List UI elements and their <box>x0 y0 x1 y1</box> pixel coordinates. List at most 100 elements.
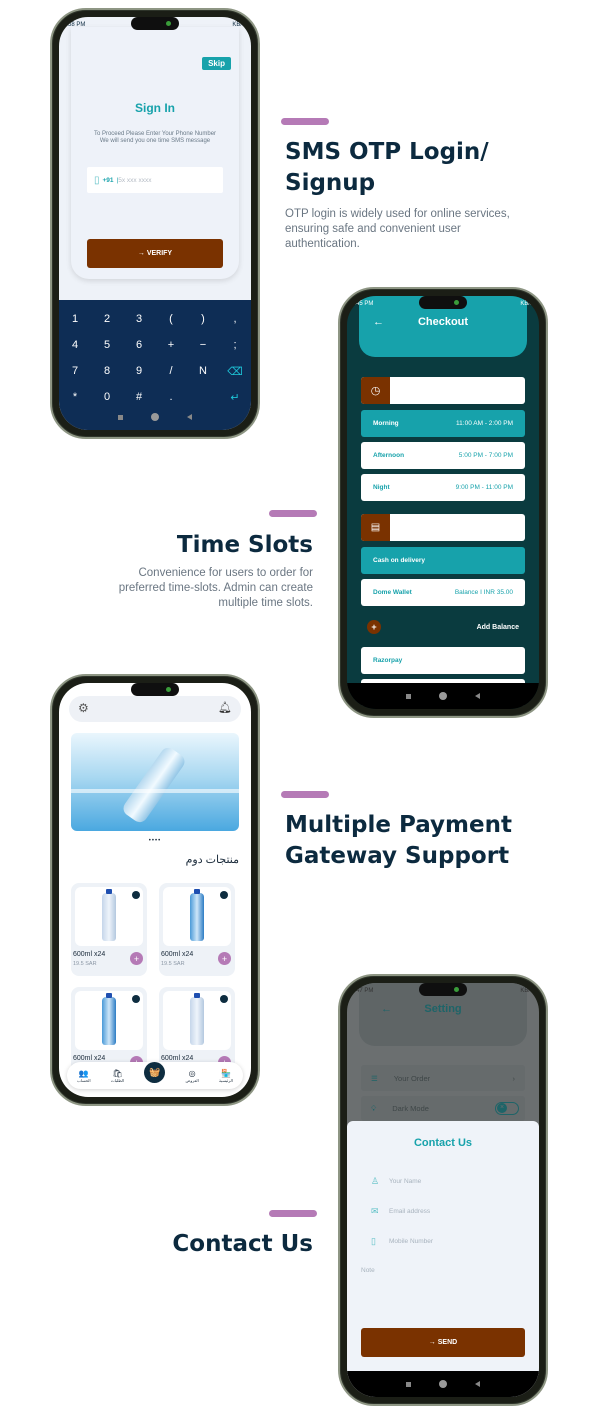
verify-button[interactable]: → VERIFY <box>87 239 223 268</box>
favorite-icon[interactable] <box>220 891 228 899</box>
carousel-dots[interactable]: •••• <box>59 838 251 844</box>
signin-subtitle: To Proceed Please Enter Your Phone Numbe… <box>71 131 239 145</box>
orders-icon: ☰ <box>371 1073 378 1083</box>
keypad-key[interactable]: + <box>155 332 187 358</box>
tab-item[interactable]: 👥 الحساب <box>77 1069 90 1083</box>
tab-item[interactable]: ◎ العروض <box>186 1069 199 1083</box>
keypad-key[interactable]: 3 <box>123 306 155 332</box>
add-balance-row[interactable]: + Add Balance <box>367 619 519 635</box>
accent-bar <box>281 118 329 125</box>
keypad-key[interactable]: , <box>219 306 251 332</box>
phone-input[interactable]: ▯ +91 | 5x xxx xxxx <box>87 167 223 193</box>
recents-button[interactable] <box>406 1381 411 1387</box>
keypad-key[interactable]: 9 <box>123 358 155 384</box>
keypad-key[interactable]: 6 <box>123 332 155 358</box>
note-field[interactable]: Note <box>361 1267 375 1274</box>
signin-title: Sign In <box>135 101 175 115</box>
back-button[interactable] <box>475 693 480 699</box>
add-balance-label[interactable]: Add Balance <box>477 624 519 631</box>
field-icon: ✉ <box>371 1206 379 1216</box>
tab-label: الطلبات <box>110 1077 124 1083</box>
feature-title-otp: SMS OTP Login/Signup <box>285 137 489 199</box>
row-label: Dark Mode <box>392 1104 429 1113</box>
keypad-key[interactable]: ⌫ <box>219 358 251 384</box>
camera-notch <box>419 296 467 309</box>
home-button[interactable] <box>439 1380 447 1388</box>
section-title: منتجات دوم <box>185 854 239 866</box>
payment-option[interactable]: Dome Wallet Balance I INR 35.00 <box>361 579 525 606</box>
camera-notch <box>131 17 179 30</box>
field-icon: ♙ <box>371 1176 380 1186</box>
slot-label: Night <box>373 484 390 491</box>
add-to-cart-button[interactable]: + <box>218 952 231 965</box>
contact-field[interactable]: ✉ Email address <box>371 1206 430 1217</box>
recents-button[interactable] <box>118 414 123 420</box>
send-button[interactable]: → SEND <box>361 1328 525 1357</box>
product-card[interactable]: 600ml x24 19.5 SAR + <box>159 883 235 976</box>
keypad-key[interactable]: N <box>187 358 219 384</box>
notification-bell-icon[interactable]: 🔔︎ <box>218 701 232 714</box>
subtitle-line: To Proceed Please Enter Your Phone Numbe… <box>93 131 217 137</box>
settings-row-your-order[interactable]: ☰ Your Order › <box>361 1065 525 1091</box>
note-placeholder: Note <box>361 1267 375 1274</box>
tab-item[interactable]: 🛍 الطلبات <box>111 1069 124 1083</box>
phone-placeholder: 5x xxx xxxx <box>118 176 152 184</box>
bottle-image <box>190 889 204 941</box>
settings-gear-icon[interactable]: ⚙ <box>78 701 89 715</box>
promo-banner[interactable] <box>71 733 239 831</box>
add-icon[interactable]: + <box>367 620 381 634</box>
tab-item[interactable]: 🏪 الرئيسية <box>219 1069 233 1083</box>
favorite-icon[interactable] <box>132 995 140 1003</box>
favorite-icon[interactable] <box>220 995 228 1003</box>
favorite-icon[interactable] <box>132 891 140 899</box>
payment-option[interactable]: Cash on delivery <box>361 547 525 574</box>
skip-button[interactable]: Skip <box>202 57 231 70</box>
keypad-key[interactable]: / <box>155 358 187 384</box>
keypad-key[interactable]: 5 <box>91 332 123 358</box>
payment-razorpay[interactable]: Razorpay <box>361 647 525 674</box>
mobile-icon: ▯ <box>94 174 100 186</box>
recents-button[interactable] <box>406 693 411 699</box>
dark-mode-toggle[interactable] <box>495 1102 519 1115</box>
back-button[interactable] <box>187 414 192 420</box>
contact-field[interactable]: ♙ Your Name <box>371 1176 421 1187</box>
contact-field[interactable]: ▯ Mobile Number <box>371 1236 433 1247</box>
signin-screen: 2:58 PM KB/s Skip Sign In To Proceed Plea… <box>59 17 251 430</box>
home-button[interactable] <box>151 413 159 421</box>
time-slot-header: ◷ <box>361 377 525 404</box>
status-icons: KB/s <box>520 301 533 307</box>
keypad-key[interactable]: 7 <box>59 358 91 384</box>
keypad-key[interactable]: 8 <box>91 358 123 384</box>
keypad-key[interactable]: − <box>187 332 219 358</box>
tab-icon: 🏪 <box>220 1068 231 1078</box>
phone-home: ⚙ 🔔︎ •••• منتجات دوم 600ml x24 19.5 SAR +6… <box>50 674 260 1106</box>
slot-time: 5:00 PM - 7:00 PM <box>458 452 513 459</box>
product-card[interactable]: 600ml x24 19.5 SAR + <box>71 883 147 976</box>
field-icon: ▯ <box>371 1236 376 1246</box>
phone-contact: ← Setting 2:47 PM KB/s ☰ Your Order › 💡︎ Dar… <box>338 974 548 1406</box>
home-button[interactable] <box>439 692 447 700</box>
time-slot-night[interactable]: Night 9:00 PM - 11:00 PM <box>361 474 525 501</box>
bottom-tab-bar: 👥 الحساب 🛍 الطلبات 🧺 ◎ العروض 🏪 الرئيسية <box>67 1062 243 1089</box>
settings-row-dark-mode[interactable]: 💡︎ Dark Mode <box>361 1096 525 1121</box>
system-nav-bar <box>347 1371 539 1397</box>
keypad-key[interactable]: 1 <box>59 306 91 332</box>
bottle-illustration <box>120 744 188 826</box>
tab-label: العروض <box>185 1077 199 1083</box>
time-slot-afternoon[interactable]: Afternoon 5:00 PM - 7:00 PM <box>361 442 525 469</box>
keypad-key[interactable]: 4 <box>59 332 91 358</box>
payment-label: Razorpay <box>373 657 403 664</box>
keypad-key[interactable]: ) <box>187 306 219 332</box>
add-to-cart-button[interactable]: + <box>130 952 143 965</box>
product-price: 19.5 SAR <box>161 961 185 967</box>
tab-cart[interactable]: 🧺 <box>144 1062 166 1083</box>
keypad-key[interactable]: 2 <box>91 306 123 332</box>
keypad-key[interactable]: ( <box>155 306 187 332</box>
keypad-key[interactable]: ; <box>219 332 251 358</box>
row-label: Your Order <box>393 1073 431 1083</box>
product-name: 600ml x24 <box>73 951 106 958</box>
title-line: Gateway Support <box>285 843 510 869</box>
time-slot-morning[interactable]: Morning 11:00 AM - 2:00 PM <box>361 410 525 437</box>
contact-sheet: Contact Us ♙ Your Name ✉ Email address ▯ Mobi… <box>347 1121 539 1397</box>
back-button[interactable] <box>475 1381 480 1387</box>
